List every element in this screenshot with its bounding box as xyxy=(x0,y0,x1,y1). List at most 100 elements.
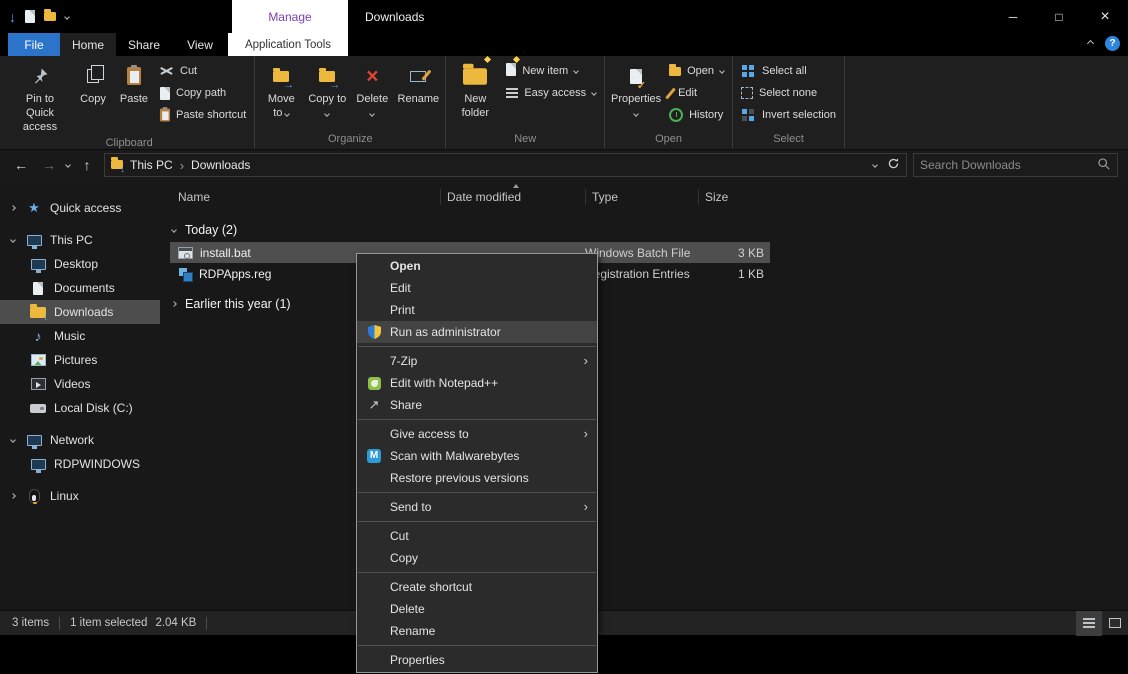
quick-access-expand-icon[interactable] xyxy=(10,205,16,211)
open-button[interactable]: Open xyxy=(664,60,729,82)
menu-item-give-access-to[interactable]: Give access to › xyxy=(357,423,597,445)
this-pc-icon xyxy=(27,235,42,246)
history-button[interactable]: History xyxy=(664,104,729,126)
tab-application-tools[interactable]: Application Tools xyxy=(228,33,348,56)
copy-button[interactable]: Copy xyxy=(73,58,113,126)
new-item-button[interactable]: New item xyxy=(501,60,601,82)
menu-item-properties[interactable]: Properties xyxy=(357,649,597,671)
search-input[interactable] xyxy=(920,158,1097,172)
sidebar-item-desktop[interactable]: Desktop xyxy=(0,252,160,276)
column-header-date-modified[interactable]: Date modified xyxy=(440,189,585,205)
sidebar-label: Network xyxy=(50,433,94,447)
delete-button[interactable]: × Delete xyxy=(350,58,394,126)
history-label: History xyxy=(689,109,723,121)
menu-item-send-to[interactable]: Send to › xyxy=(357,496,597,518)
sidebar-item-pictures[interactable]: Pictures xyxy=(0,348,160,372)
sidebar-item-this-pc[interactable]: This PC xyxy=(0,228,160,252)
paste-button[interactable]: Paste xyxy=(113,58,155,126)
new-item-dropdown-icon xyxy=(573,68,579,74)
sidebar-item-network[interactable]: Network xyxy=(0,428,160,452)
maximize-button[interactable]: □ xyxy=(1036,0,1082,33)
menu-item-print[interactable]: Print xyxy=(357,299,597,321)
move-to-button[interactable]: → Move to xyxy=(258,58,304,126)
menu-item-7zip[interactable]: 7-Zip › xyxy=(357,350,597,372)
column-header-type[interactable]: Type xyxy=(585,189,698,205)
properties-icon: ✓ xyxy=(630,63,642,89)
menu-item-edit[interactable]: Edit xyxy=(357,277,597,299)
ribbon-collapse-icon[interactable] xyxy=(1087,40,1094,47)
paste-shortcut-button[interactable]: Paste shortcut xyxy=(155,104,251,126)
invert-selection-label: Invert selection xyxy=(762,109,836,121)
group-header-earlier-this-year[interactable]: Earlier this year (1) xyxy=(160,292,1128,316)
refresh-icon[interactable] xyxy=(887,157,900,173)
group-header-today[interactable]: Today (2) xyxy=(160,218,1128,242)
minimize-button[interactable]: ─ xyxy=(990,0,1036,33)
copy-path-button[interactable]: Copy path xyxy=(155,82,251,104)
rename-button[interactable]: Rename xyxy=(394,58,442,126)
details-view-button[interactable] xyxy=(1076,611,1102,636)
breadcrumb-downloads[interactable]: Downloads xyxy=(191,158,250,172)
qat-new-folder-button[interactable] xyxy=(44,12,56,21)
local-disk-icon xyxy=(30,404,46,413)
linux-expand-icon[interactable] xyxy=(10,493,16,499)
menu-item-rename[interactable]: Rename xyxy=(357,620,597,642)
pin-to-quick-access-button[interactable]: Pin to Quick access xyxy=(7,58,73,136)
close-button[interactable]: × xyxy=(1082,0,1128,33)
up-button[interactable]: ↑ xyxy=(76,157,98,173)
menu-item-run-as-administrator[interactable]: Run as administrator xyxy=(357,321,597,343)
forward-button[interactable]: → xyxy=(38,157,60,173)
menu-item-scan-with-malwarebytes[interactable]: M Scan with Malwarebytes xyxy=(357,445,597,467)
edit-button[interactable]: Edit xyxy=(664,82,729,104)
select-all-button[interactable]: Select all xyxy=(736,60,841,82)
menu-item-delete[interactable]: Delete xyxy=(357,598,597,620)
menu-item-cut[interactable]: Cut xyxy=(357,525,597,547)
search-icon[interactable] xyxy=(1097,157,1111,174)
menu-item-open[interactable]: Open xyxy=(357,255,597,277)
sidebar-item-music[interactable]: ♪ Music xyxy=(0,324,160,348)
select-none-button[interactable]: Select none xyxy=(736,82,841,104)
qat-properties-button[interactable] xyxy=(25,10,35,23)
tab-view[interactable]: View xyxy=(172,33,228,56)
properties-button[interactable]: ✓ Properties xyxy=(608,58,664,126)
network-expand-icon[interactable] xyxy=(10,437,16,443)
edit-label: Edit xyxy=(678,87,697,99)
menu-item-share[interactable]: ↗ Share xyxy=(357,394,597,416)
menu-item-copy[interactable]: Copy xyxy=(357,547,597,569)
thumbnails-view-button[interactable] xyxy=(1102,611,1128,636)
sidebar-item-documents[interactable]: Documents xyxy=(0,276,160,300)
menu-separator xyxy=(358,346,596,347)
sidebar-item-rdpwindows[interactable]: RDPWINDOWS xyxy=(0,452,160,476)
search-box[interactable] xyxy=(913,153,1118,177)
copy-to-button[interactable]: → Copy to xyxy=(304,58,350,126)
easy-access-button[interactable]: Easy access xyxy=(501,82,601,104)
tab-share[interactable]: Share xyxy=(116,33,172,56)
address-bar[interactable]: ↓ This PC › Downloads xyxy=(104,153,907,177)
sidebar-item-linux[interactable]: Linux xyxy=(0,484,160,508)
easy-access-dropdown-icon xyxy=(591,90,597,96)
back-button[interactable]: ← xyxy=(10,157,32,173)
invert-selection-button[interactable]: Invert selection xyxy=(736,104,841,126)
contextual-tab-manage[interactable]: Manage xyxy=(232,0,348,33)
breadcrumb-this-pc[interactable]: This PC xyxy=(130,158,173,172)
tab-file[interactable]: File xyxy=(8,33,60,56)
address-dropdown-icon[interactable] xyxy=(872,162,878,168)
desktop-icon xyxy=(31,259,46,270)
sidebar-item-downloads[interactable]: ↓ Downloads xyxy=(0,300,160,324)
sidebar-item-quick-access[interactable]: ★ Quick access xyxy=(0,196,160,220)
help-icon[interactable]: ? xyxy=(1105,36,1120,51)
this-pc-expand-icon[interactable] xyxy=(10,237,16,243)
menu-item-restore-previous-versions[interactable]: Restore previous versions xyxy=(357,467,597,489)
menu-item-edit-with-notepadpp[interactable]: Edit with Notepad++ xyxy=(357,372,597,394)
sidebar-item-local-disk-c[interactable]: Local Disk (C:) xyxy=(0,396,160,420)
menu-item-create-shortcut[interactable]: Create shortcut xyxy=(357,576,597,598)
column-header-size[interactable]: Size xyxy=(698,189,770,205)
recent-locations-dropdown-icon[interactable] xyxy=(65,162,71,168)
group-collapse-icon[interactable] xyxy=(171,227,177,233)
group-expand-icon[interactable] xyxy=(171,301,177,307)
new-folder-button[interactable]: New folder xyxy=(449,58,501,126)
sidebar-item-videos[interactable]: Videos xyxy=(0,372,160,396)
column-header-name[interactable]: Name xyxy=(160,189,440,205)
cut-button[interactable]: Cut xyxy=(155,60,251,82)
qat-customize-dropdown-icon[interactable] xyxy=(64,14,70,20)
tab-home[interactable]: Home xyxy=(60,33,116,56)
